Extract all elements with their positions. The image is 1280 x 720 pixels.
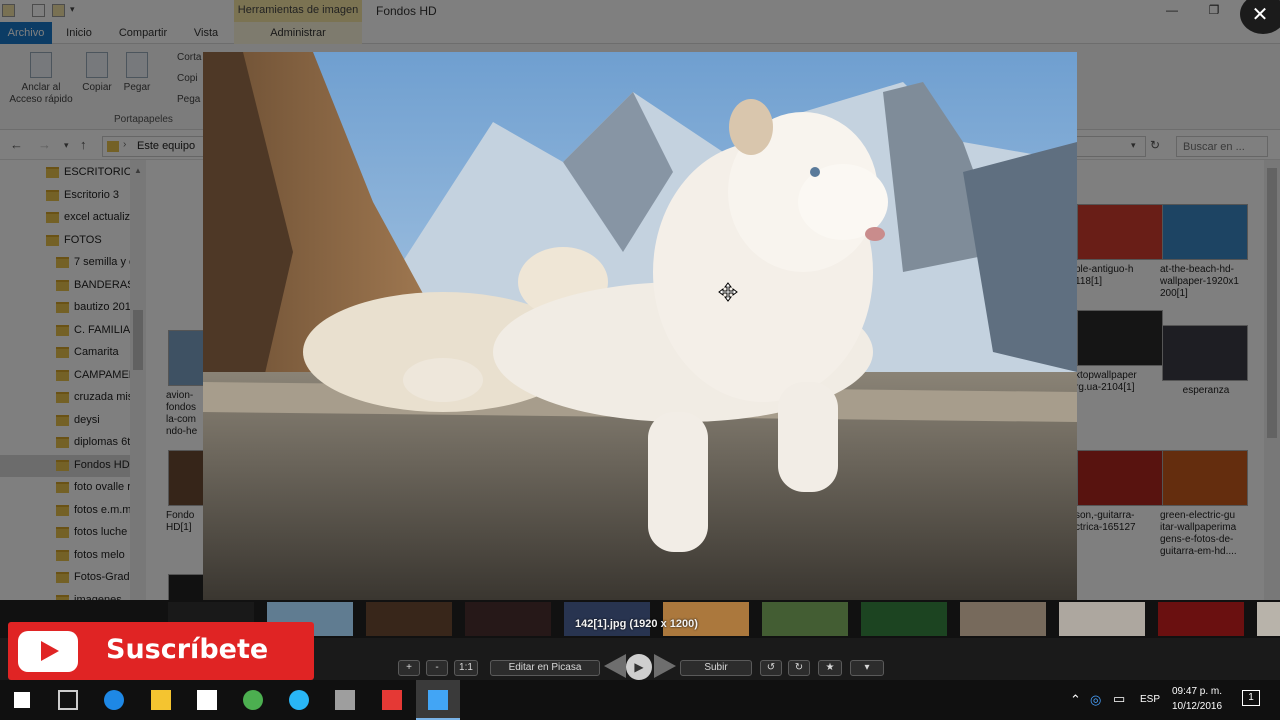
chrome-icon	[243, 690, 263, 710]
taskbar: ⌃◎▭◅)ESP09:47 p. m.10/12/20161	[0, 680, 1280, 720]
taskbar-clock[interactable]: 09:47 p. m. 10/12/2016	[1166, 684, 1228, 714]
ie-cortana-taskbar-button[interactable]	[277, 680, 321, 720]
youtube-logo-icon	[18, 631, 78, 672]
input-language-indicator[interactable]: ESP	[1140, 694, 1160, 705]
task-view-icon	[58, 690, 79, 710]
recorder-taskbar-button[interactable]	[370, 680, 414, 720]
clock-date: 10/12/2016	[1171, 701, 1223, 712]
actual-size-button[interactable]: 1:1	[454, 660, 478, 676]
file-explorer-taskbar-button[interactable]	[139, 680, 183, 720]
windows-start-icon	[14, 692, 30, 708]
filmstrip-thumbnail[interactable]	[1158, 602, 1244, 636]
filmstrip-thumbnail[interactable]	[1059, 602, 1145, 636]
task-view-taskbar-button[interactable]	[46, 680, 90, 720]
filmstrip-thumbnail[interactable]	[762, 602, 848, 636]
chrome-taskbar-button[interactable]	[231, 680, 275, 720]
star-button[interactable]: ★	[818, 660, 842, 676]
next-photo-button[interactable]	[654, 654, 676, 678]
edge-icon	[104, 690, 125, 710]
edit-in-picasa-button[interactable]: Editar en Picasa	[490, 660, 600, 676]
store-icon	[196, 690, 217, 710]
edge-taskbar-button[interactable]	[92, 680, 136, 720]
filmstrip-thumbnail[interactable]	[960, 602, 1046, 636]
zoom-out-button[interactable]: -	[426, 660, 448, 676]
file-explorer-icon	[150, 690, 171, 710]
store-taskbar-button[interactable]	[185, 680, 229, 720]
more-options-button[interactable]: ▾	[850, 660, 884, 676]
displayed-photo	[203, 52, 1077, 600]
move-cursor-icon	[718, 282, 738, 302]
zoom-in-button[interactable]: +	[398, 660, 420, 676]
clock-time: 09:47 p. m.	[1171, 686, 1223, 697]
camera-icon	[335, 690, 356, 710]
filmstrip-thumbnail[interactable]	[465, 602, 551, 636]
slideshow-play-button[interactable]: ▶	[626, 654, 652, 680]
photo-viewer-taskbar-button[interactable]	[415, 680, 460, 720]
play-triangle-icon	[41, 641, 59, 661]
ie-cortana-icon	[289, 690, 310, 710]
filmstrip-thumbnail[interactable]	[861, 602, 947, 636]
subscribe-label: Suscríbete	[106, 634, 269, 665]
upload-button[interactable]: Subir	[680, 660, 752, 676]
tray-overflow-chevron-icon[interactable]: ⌃	[1070, 692, 1081, 708]
rotate-right-button[interactable]: ↻	[788, 660, 810, 676]
action-center-icon[interactable]: 1	[1242, 690, 1260, 706]
photo-viewer-icon	[427, 690, 448, 710]
battery-icon[interactable]: ▭	[1113, 691, 1125, 707]
white-lion-photo	[203, 52, 1077, 600]
photo-filename-caption: 142[1].jpg (1920 x 1200)	[575, 618, 698, 630]
subscribe-banner[interactable]: Suscríbete	[8, 622, 314, 680]
network-icon[interactable]: ◎	[1090, 692, 1101, 708]
rotate-left-button[interactable]: ↺	[760, 660, 782, 676]
previous-photo-button[interactable]	[604, 654, 626, 678]
camera-taskbar-button[interactable]	[323, 680, 367, 720]
recorder-icon	[381, 690, 402, 710]
filmstrip-thumbnail[interactable]	[366, 602, 452, 636]
filmstrip-thumbnail[interactable]	[1257, 602, 1280, 636]
windows-start-taskbar-button[interactable]	[0, 680, 44, 720]
